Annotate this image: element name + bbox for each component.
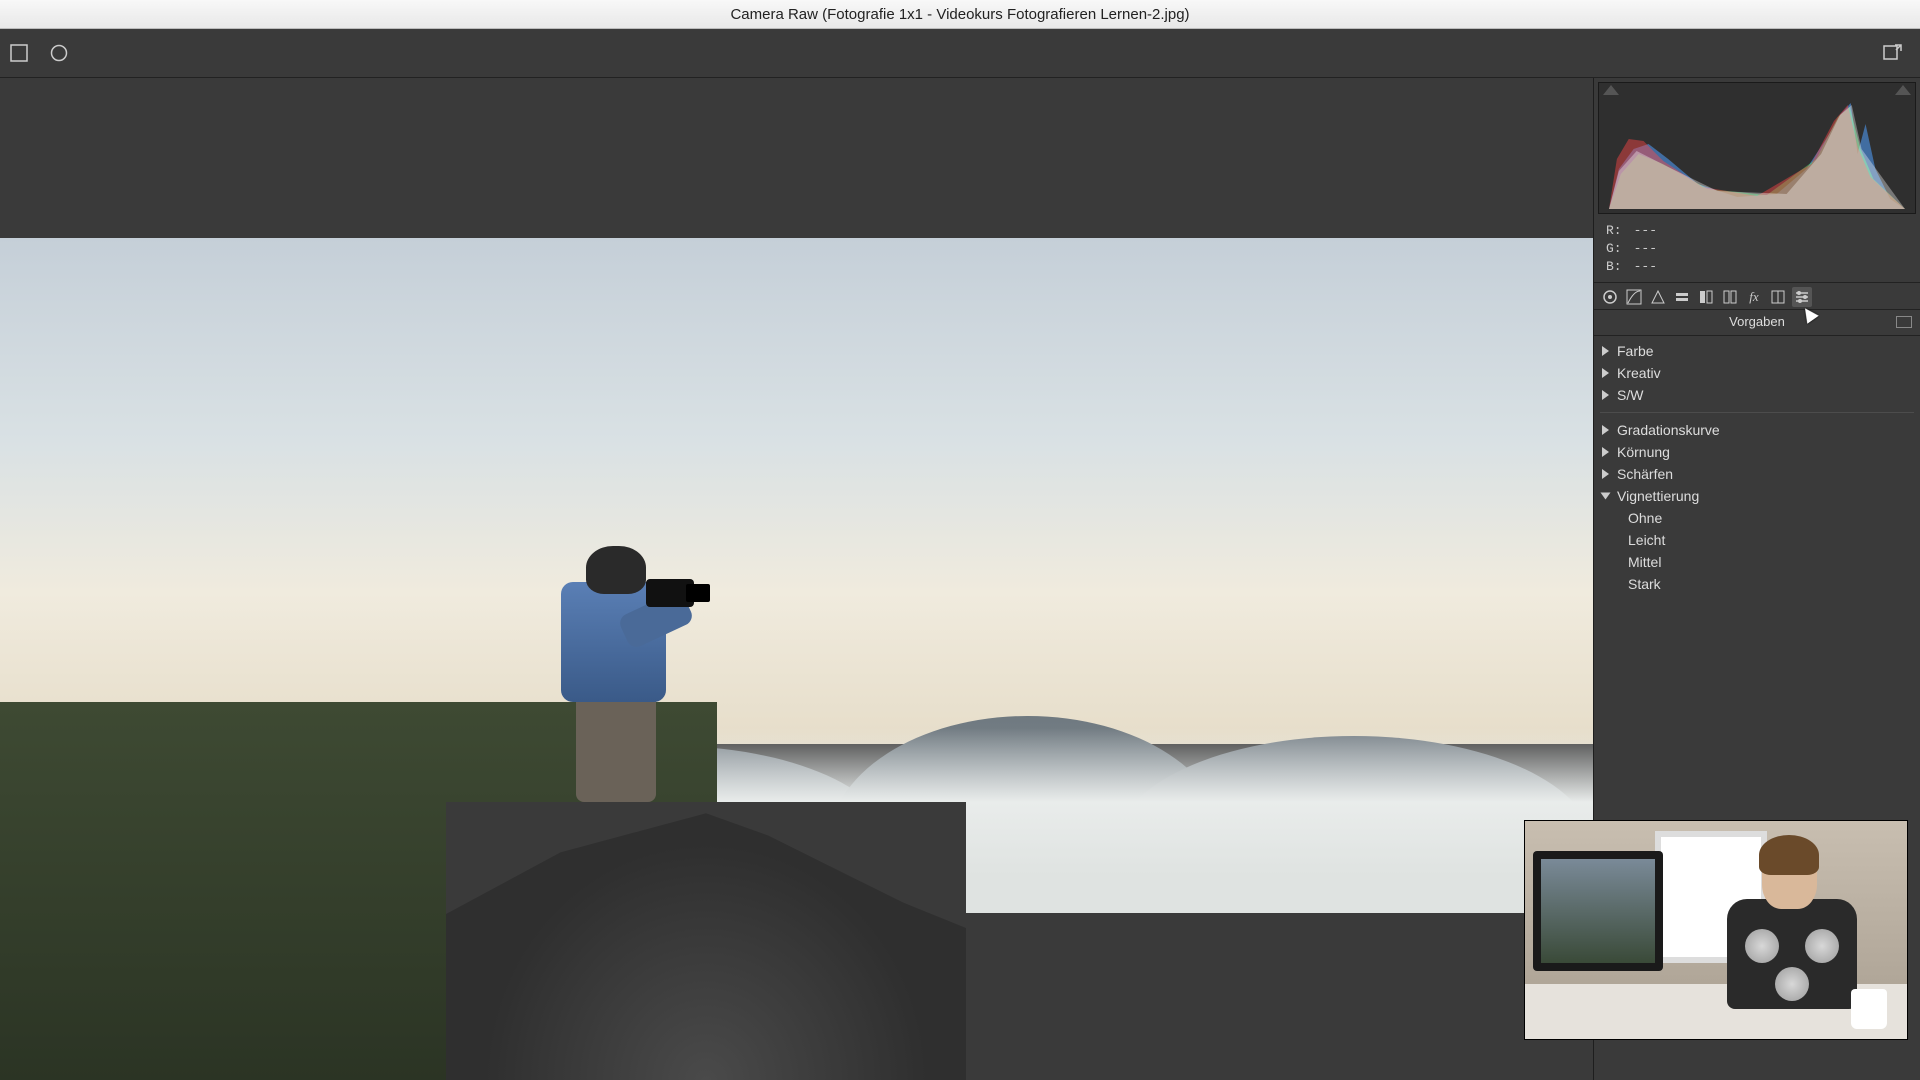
image-preview[interactable] — [0, 238, 1593, 1080]
g-value: --- — [1634, 240, 1657, 258]
split-toning-tab-icon[interactable] — [1696, 287, 1716, 307]
app-window: Camera Raw (Fotografie 1x1 - Videokurs F… — [0, 0, 1920, 1080]
canvas-area — [0, 78, 1593, 1080]
b-label: B: — [1606, 258, 1622, 276]
disclosure-open-icon — [1601, 493, 1611, 500]
square-tool-icon[interactable] — [8, 42, 30, 64]
preset-group-sw[interactable]: S/W — [1600, 384, 1914, 406]
photo-mock — [0, 238, 1593, 1080]
detail-tab-icon[interactable] — [1648, 287, 1668, 307]
presets-tab-icon[interactable] — [1792, 287, 1812, 307]
histogram-plot — [1609, 99, 1905, 209]
window-title: Camera Raw (Fotografie 1x1 - Videokurs F… — [730, 6, 1189, 23]
toolbar-left-group — [8, 42, 70, 64]
preset-group-gradationskurve[interactable]: Gradationskurve — [1600, 419, 1914, 441]
hsl-tab-icon[interactable] — [1672, 287, 1692, 307]
basic-tab-icon[interactable] — [1600, 287, 1620, 307]
rgb-readout: R: --- G: --- B: --- — [1594, 218, 1920, 283]
shadow-clip-icon[interactable] — [1603, 85, 1619, 95]
disclosure-icon — [1602, 469, 1609, 479]
r-value: --- — [1634, 222, 1657, 240]
preset-group-label: Schärfen — [1617, 466, 1673, 482]
panel-menu-icon[interactable] — [1896, 316, 1912, 328]
effects-tab-icon[interactable]: fx — [1744, 287, 1764, 307]
histogram[interactable] — [1598, 82, 1916, 214]
lens-corrections-tab-icon[interactable] — [1720, 287, 1740, 307]
tone-curve-tab-icon[interactable] — [1624, 287, 1644, 307]
top-toolbar — [0, 29, 1920, 78]
disclosure-icon — [1602, 346, 1609, 356]
panel-tabstrip: fx — [1594, 283, 1920, 310]
calibration-tab-icon[interactable] — [1768, 287, 1788, 307]
webcam-overlay — [1524, 820, 1908, 1040]
preset-item-stark[interactable]: Stark — [1600, 573, 1914, 595]
preset-group-label: Kreativ — [1617, 365, 1661, 381]
preset-item-mittel[interactable]: Mittel — [1600, 551, 1914, 573]
photo-subject — [526, 542, 706, 802]
preset-group-vignettierung[interactable]: Vignettierung — [1600, 485, 1914, 507]
preset-item-ohne[interactable]: Ohne — [1600, 507, 1914, 529]
preset-group-label: Vignettierung — [1617, 488, 1699, 504]
preset-group-label: S/W — [1617, 387, 1643, 403]
circle-tool-icon[interactable] — [48, 42, 70, 64]
panel-title-row: Vorgaben — [1594, 310, 1920, 336]
disclosure-icon — [1602, 368, 1609, 378]
preset-group-label: Farbe — [1617, 343, 1654, 359]
g-label: G: — [1606, 240, 1622, 258]
preset-separator — [1600, 412, 1914, 413]
disclosure-icon — [1602, 390, 1609, 400]
preset-list: Farbe Kreativ S/W Gradationskurve — [1594, 336, 1920, 599]
disclosure-icon — [1602, 447, 1609, 457]
preset-group-kreativ[interactable]: Kreativ — [1600, 362, 1914, 384]
preset-group-koernung[interactable]: Körnung — [1600, 441, 1914, 463]
r-label: R: — [1606, 222, 1622, 240]
preset-group-label: Körnung — [1617, 444, 1670, 460]
highlight-clip-icon[interactable] — [1895, 85, 1911, 95]
disclosure-icon — [1602, 425, 1609, 435]
panel-title: Vorgaben — [1729, 314, 1785, 329]
preset-group-schaerfen[interactable]: Schärfen — [1600, 463, 1914, 485]
titlebar: Camera Raw (Fotografie 1x1 - Videokurs F… — [0, 0, 1920, 29]
preset-group-label: Gradationskurve — [1617, 422, 1720, 438]
preset-group-farbe[interactable]: Farbe — [1600, 340, 1914, 362]
preset-item-leicht[interactable]: Leicht — [1600, 529, 1914, 551]
b-value: --- — [1634, 258, 1657, 276]
canvas-padding — [0, 78, 1593, 238]
fullscreen-toggle-icon[interactable] — [1882, 42, 1904, 64]
